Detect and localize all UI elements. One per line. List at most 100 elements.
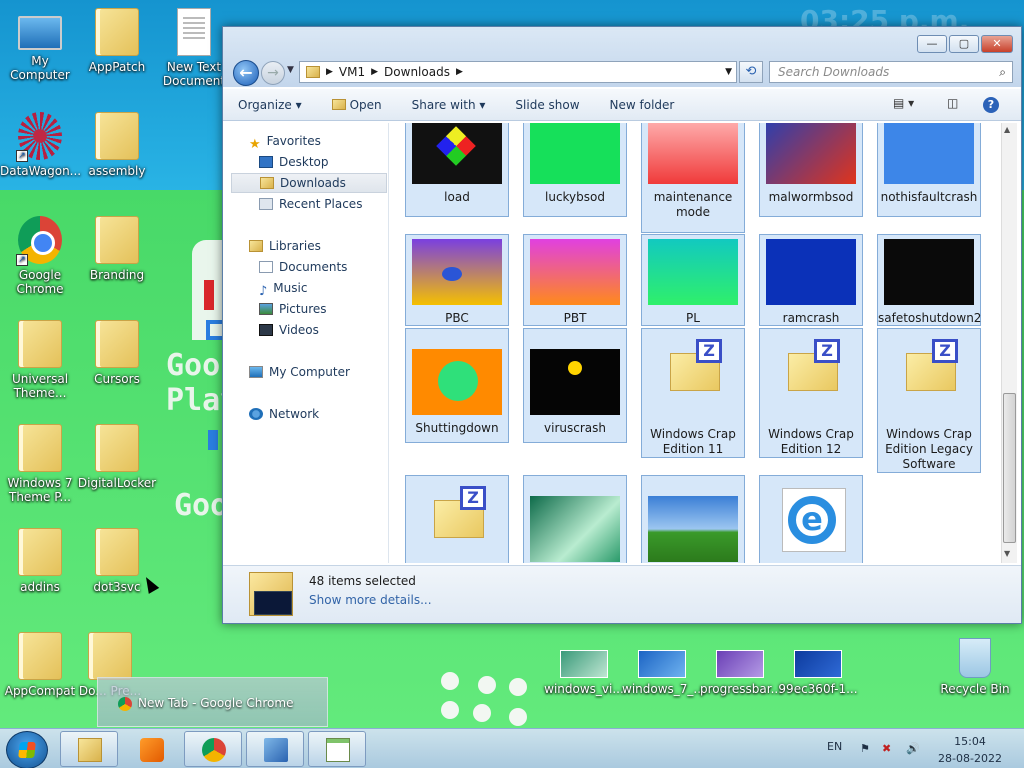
breadcrumb-downloads[interactable]: Downloads <box>384 65 450 79</box>
desktop-icon-recycle-bin[interactable]: Recycle Bin <box>935 632 1015 696</box>
open-button[interactable]: Open <box>317 98 397 112</box>
nav-favorites[interactable]: ★ Favorites <box>249 131 321 152</box>
desktop-icon-appcompat[interactable]: AppCompat <box>0 632 80 698</box>
show-more-details-link[interactable]: Show more details... <box>309 593 432 607</box>
nav-label: Videos <box>279 323 319 337</box>
desktop-icon-branding[interactable]: Branding <box>77 216 157 282</box>
desktop-icon-windows-vi[interactable]: windows_vi... <box>544 636 624 696</box>
help-icon[interactable]: ? <box>983 97 999 113</box>
language-indicator[interactable]: EN <box>827 740 842 753</box>
action-center-flag-icon[interactable]: ⚑ <box>860 742 874 755</box>
file-tile[interactable]: safetoshutdown2 <box>877 234 981 326</box>
file-tile[interactable]: ramcrash <box>759 234 863 326</box>
file-thumbnail <box>412 123 502 184</box>
close-button[interactable]: ✕ <box>981 35 1013 53</box>
desktop-icon-windows7-theme[interactable]: Windows 7 Theme P... <box>0 424 80 504</box>
chevron-right-icon[interactable]: ▶ <box>326 67 333 77</box>
file-tile[interactable]: PBT <box>523 234 627 326</box>
nav-videos[interactable]: Videos <box>259 320 319 340</box>
nav-my-computer[interactable]: My Computer <box>249 362 350 382</box>
back-button[interactable]: ← <box>233 60 259 86</box>
taskbar-notepad-button[interactable] <box>308 731 366 767</box>
file-tile[interactable]: Z Windows Crap Edition 12 <box>759 328 863 458</box>
address-dropdown-icon[interactable]: ▼ <box>725 67 732 77</box>
desktop-icon-addins[interactable]: addins <box>0 528 80 594</box>
minimize-button[interactable]: — <box>917 35 947 53</box>
folder-icon <box>18 424 62 472</box>
refresh-button[interactable]: ⟲ <box>739 61 763 83</box>
chrome-icon: ↗ <box>16 216 62 266</box>
nav-desktop[interactable]: Desktop <box>259 152 329 172</box>
desktop-icon-google-chrome[interactable]: ↗ Google Chrome <box>0 216 80 296</box>
file-thumbnail: Z <box>884 333 974 399</box>
file-tile[interactable]: malwormbsod <box>759 123 863 217</box>
desktop-icon-digitallocker[interactable]: DigitalLocker <box>77 424 157 490</box>
scroll-up-icon[interactable]: ▲ <box>1004 125 1010 134</box>
volume-icon[interactable]: 🔊 <box>906 742 920 755</box>
start-button[interactable] <box>6 731 48 768</box>
file-tile[interactable]: wista <box>523 475 627 563</box>
file-tile[interactable]: Z Windows Crap Edition 11 <box>641 328 745 458</box>
forward-button[interactable]: → <box>261 61 285 85</box>
chevron-right-icon[interactable]: ▶ <box>371 67 378 77</box>
file-tile[interactable]: PBC <box>405 234 509 326</box>
file-tile[interactable]: maintenance mode <box>641 123 745 233</box>
file-name: Windows Crap Edition 12 <box>768 427 854 456</box>
taskbar-chrome-button[interactable] <box>184 731 242 767</box>
network-error-icon[interactable]: ✖ <box>882 742 896 755</box>
nav-downloads[interactable]: Downloads <box>231 173 387 193</box>
nav-network[interactable]: Network <box>249 404 319 424</box>
desktop-icon-assembly[interactable]: assembly <box>77 112 157 178</box>
file-tile[interactable]: e xb <box>759 475 863 563</box>
nav-pictures[interactable]: Pictures <box>259 299 327 319</box>
clock[interactable]: 15:04 28-08-2022 <box>930 733 1010 767</box>
search-icon[interactable]: ⌕ <box>999 65 1006 80</box>
desktop-icon-apppatch[interactable]: AppPatch <box>77 8 157 74</box>
file-name: ramcrash <box>782 311 840 325</box>
desktop-icon-label: Cursors <box>94 372 140 386</box>
recent-pages-dropdown-icon[interactable]: ▼ <box>287 65 294 75</box>
desktop-icon-label: DigitalLocker <box>77 476 157 490</box>
taskbar-thumbnail-preview[interactable]: New Tab - Google Chrome <box>97 677 328 727</box>
change-view-icon[interactable]: ▤ ▾ <box>893 96 914 110</box>
file-tile[interactable]: xb <box>641 475 745 563</box>
maximize-button[interactable]: ▢ <box>949 35 979 53</box>
search-input[interactable]: Search Downloads ⌕ <box>769 61 1013 83</box>
organize-button[interactable]: Organize ▾ <box>223 98 317 112</box>
taskbar-media-player-button[interactable] <box>122 731 180 767</box>
file-tile[interactable]: nothisfaultcrash <box>877 123 981 217</box>
folder-icon <box>306 66 320 78</box>
nav-recent-places[interactable]: Recent Places <box>259 194 362 214</box>
nav-libraries[interactable]: Libraries <box>249 236 321 256</box>
preview-pane-icon[interactable]: ◫ <box>947 96 958 110</box>
share-with-button[interactable]: Share with ▾ <box>397 98 501 112</box>
desktop-icon-universal-theme[interactable]: Universal Theme... <box>0 320 80 400</box>
breadcrumb-vm1[interactable]: VM1 <box>339 65 365 79</box>
desktop-icon-cursors[interactable]: Cursors <box>77 320 157 386</box>
desktop-icon-99ec360f[interactable]: 99ec360f-1... <box>778 636 858 696</box>
file-tile[interactable]: Z windows-7-them <box>405 475 509 563</box>
vertical-scrollbar[interactable]: ▲ ▼ <box>1001 123 1017 563</box>
file-tile[interactable]: Z Windows Crap Edition Legacy Software <box>877 328 981 473</box>
new-folder-button[interactable]: New folder <box>595 98 690 112</box>
desktop-icon-progressbar[interactable]: progressbar... <box>700 636 782 696</box>
nav-documents[interactable]: Documents <box>259 257 347 277</box>
address-bar[interactable]: ▶ VM1 ▶ Downloads ▶ ▼ <box>299 61 737 83</box>
file-tile[interactable]: load <box>405 123 509 217</box>
file-tile[interactable]: Shuttingdown <box>405 328 509 443</box>
file-tile[interactable]: PL <box>641 234 745 326</box>
desktop-icon-windows-7[interactable]: windows_7_... <box>622 636 705 696</box>
chevron-right-icon[interactable]: ▶ <box>456 67 463 77</box>
taskbar-control-panel-button[interactable] <box>246 731 304 767</box>
desktop-icon-datawagon[interactable]: ↗ DataWagon... <box>0 112 81 178</box>
title-bar[interactable]: — ▢ ✕ ← → ▼ ▶ VM1 ▶ Downloads ▶ ▼ ⟲ Sear… <box>223 27 1021 87</box>
circle-image-icon <box>438 361 478 401</box>
scroll-down-icon[interactable]: ▼ <box>1004 549 1010 558</box>
slide-show-button[interactable]: Slide show <box>500 98 594 112</box>
file-tile[interactable]: viruscrash <box>523 328 627 443</box>
desktop-icon-my-computer[interactable]: My Computer <box>0 8 80 82</box>
nav-music[interactable]: ♪ Music <box>259 278 307 299</box>
scrollbar-thumb[interactable] <box>1003 393 1016 543</box>
file-tile[interactable]: luckybsod <box>523 123 627 217</box>
taskbar-explorer-button[interactable] <box>60 731 118 767</box>
